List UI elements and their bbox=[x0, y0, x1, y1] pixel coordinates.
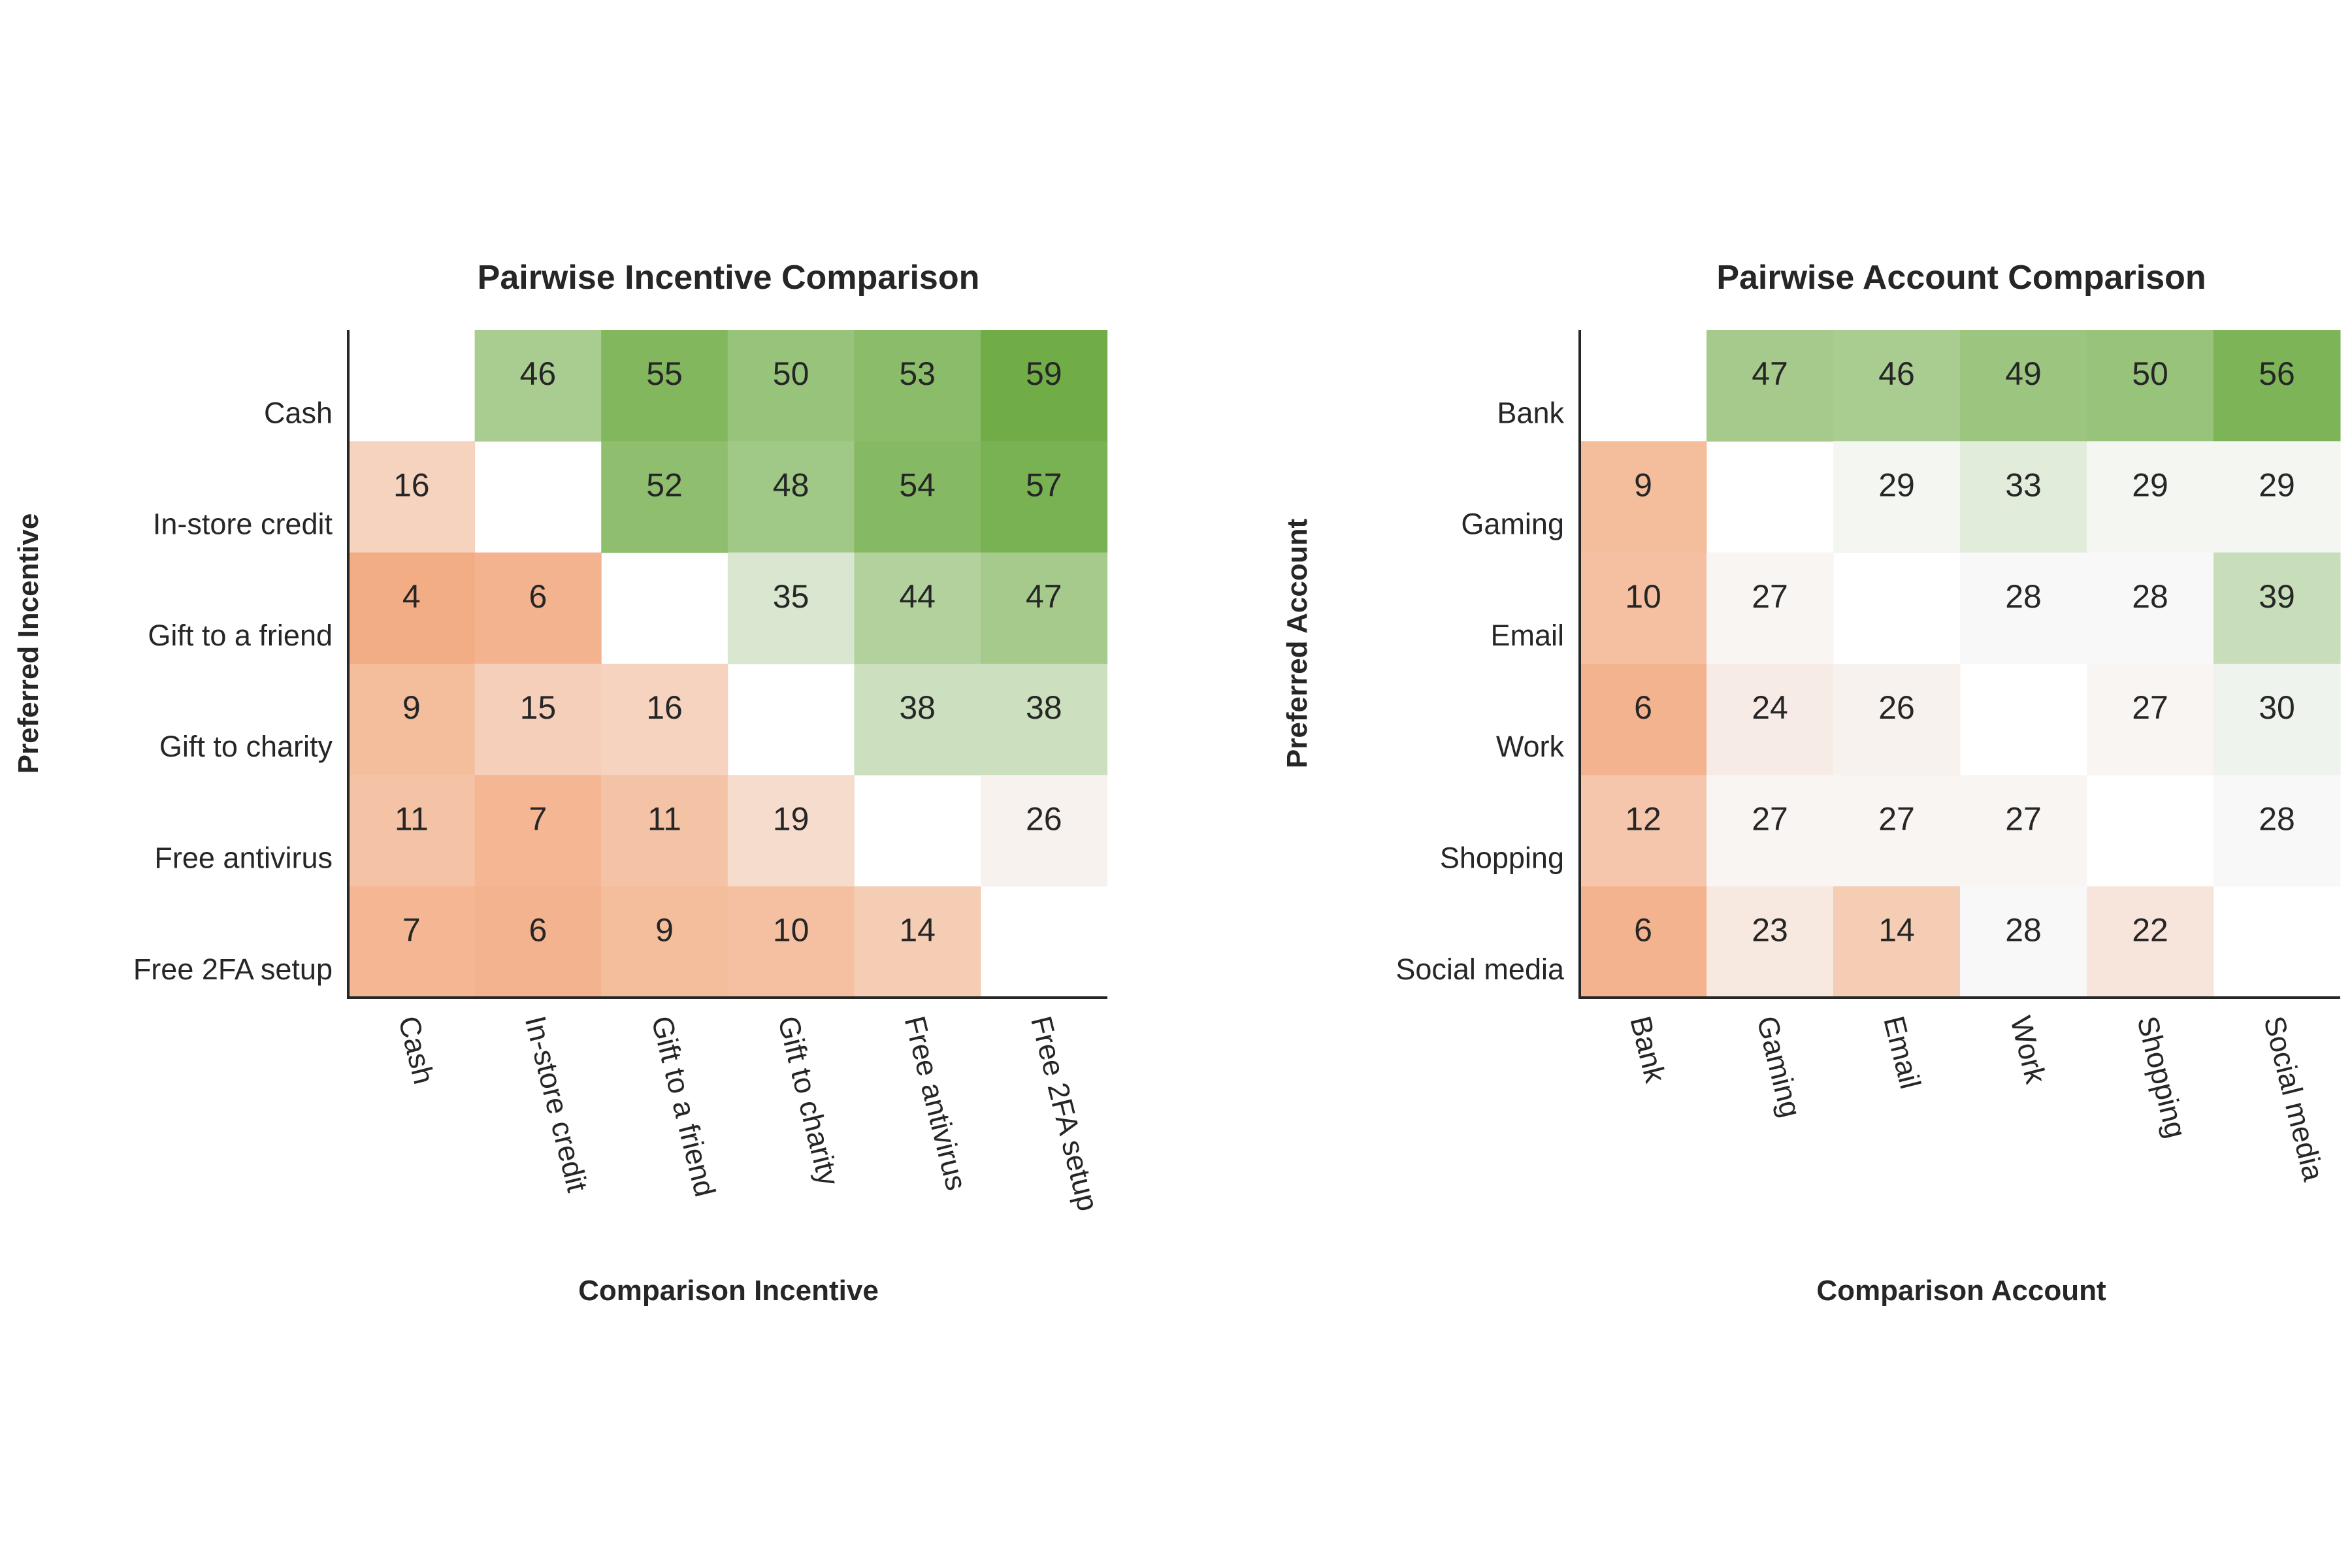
cell-value-label: 28 bbox=[2132, 578, 2168, 615]
account-heatmap: Pairwise Account Comparison Comparison A… bbox=[1281, 259, 2341, 1307]
y-tick-label: Cash bbox=[264, 396, 333, 429]
cell-value-label: 23 bbox=[1752, 912, 1788, 949]
cell-value-label: 33 bbox=[2005, 466, 2042, 503]
x-tick-label: In-store credit bbox=[519, 1013, 595, 1196]
y-tick-label: Gift to charity bbox=[159, 730, 333, 763]
chart-canvas: Pairwise Incentive Comparison Comparison… bbox=[12, 259, 2341, 1307]
cell-value-label: 28 bbox=[2259, 800, 2295, 837]
cell-value-label: 12 bbox=[1625, 800, 1661, 837]
heatmap-cells: 47 46 49 50 56 9 29 33 29 29 10 27 28 28 39 6 24 26 27 30 12… bbox=[1580, 330, 2341, 998]
cell-value-label: 9 bbox=[402, 689, 421, 726]
x-tick-label: Gaming bbox=[1750, 1013, 1808, 1120]
cell-value-label: 27 bbox=[2005, 800, 2042, 837]
cell-value-label: 29 bbox=[2132, 466, 2168, 503]
y-tick-label: Gaming bbox=[1461, 508, 1564, 541]
cell-value-label: 10 bbox=[1625, 578, 1661, 615]
cell-value-label: 9 bbox=[655, 912, 674, 949]
y-tick-label: In-store credit bbox=[153, 508, 333, 541]
y-tick-label: Email bbox=[1490, 619, 1564, 652]
x-tick-label: Social media bbox=[2257, 1013, 2330, 1184]
cell-value-label: 56 bbox=[2259, 355, 2295, 392]
cell-value-label: 46 bbox=[1878, 355, 1915, 392]
cell-value-label: 47 bbox=[1752, 355, 1788, 392]
x-tick-label: Free 2FA setup bbox=[1024, 1013, 1105, 1214]
cell-value-label: 52 bbox=[646, 466, 683, 503]
x-tick-label: Work bbox=[2004, 1013, 2053, 1087]
cell-value-label: 30 bbox=[2259, 689, 2295, 726]
cell-value-label: 47 bbox=[1026, 578, 1062, 615]
cell-value-label: 54 bbox=[899, 466, 936, 503]
cell-value-label: 38 bbox=[1026, 689, 1062, 726]
cell-value-label: 28 bbox=[2005, 912, 2042, 949]
y-tick-label: Bank bbox=[1497, 396, 1564, 429]
cell-value-label: 27 bbox=[2132, 689, 2168, 726]
cell-value-label: 57 bbox=[1026, 466, 1062, 503]
x-tick-label: Gift to charity bbox=[772, 1013, 846, 1189]
x-tick-labels: Bank Gaming Email Work Shopping Social media bbox=[1624, 1013, 2330, 1184]
cell-value-label: 11 bbox=[395, 800, 429, 837]
cell-value-label: 7 bbox=[529, 800, 547, 837]
cell-value-label: 15 bbox=[520, 689, 557, 726]
x-tick-label: Cash bbox=[392, 1013, 441, 1087]
y-tick-label: Free antivirus bbox=[154, 841, 333, 875]
cell-value-label: 7 bbox=[402, 912, 421, 949]
y-tick-label: Social media bbox=[1396, 953, 1565, 986]
x-tick-label: Gift to a friend bbox=[645, 1013, 722, 1200]
x-tick-label: Free antivirus bbox=[898, 1013, 973, 1194]
cell-value-label: 59 bbox=[1026, 355, 1062, 392]
cell-value-label: 27 bbox=[1878, 800, 1915, 837]
cell-value-label: 16 bbox=[393, 466, 430, 503]
cell-value-label: 27 bbox=[1752, 578, 1788, 615]
cell-value-label: 11 bbox=[647, 800, 681, 837]
cell-value-label: 16 bbox=[646, 689, 683, 726]
cell-value-label: 9 bbox=[1634, 466, 1652, 503]
cell-value-label: 6 bbox=[529, 578, 547, 615]
cell-value-label: 44 bbox=[899, 578, 936, 615]
cell-value-label: 55 bbox=[646, 355, 683, 392]
y-tick-labels: Bank Gaming Email Work Shopping Social media bbox=[1396, 396, 1565, 986]
cell-value-label: 50 bbox=[773, 355, 809, 392]
y-axis-title: Preferred Incentive bbox=[12, 514, 44, 774]
cell-value-label: 39 bbox=[2259, 578, 2295, 615]
x-tick-label: Bank bbox=[1624, 1013, 1672, 1086]
cell-value-label: 6 bbox=[1634, 689, 1652, 726]
cell-value-label: 35 bbox=[773, 578, 809, 615]
y-tick-label: Free 2FA setup bbox=[133, 953, 333, 986]
incentive-heatmap: Pairwise Incentive Comparison Comparison… bbox=[12, 259, 1108, 1307]
x-axis-title: Comparison Incentive bbox=[578, 1275, 879, 1307]
chart-title: Pairwise Account Comparison bbox=[1716, 259, 2206, 297]
cell-value-label: 48 bbox=[773, 466, 809, 503]
cell-value-label: 28 bbox=[2005, 578, 2042, 615]
cell-value-label: 22 bbox=[2132, 912, 2168, 949]
cell-value-label: 49 bbox=[2005, 355, 2042, 392]
x-axis-title: Comparison Account bbox=[1816, 1275, 2106, 1307]
cell-value-label: 24 bbox=[1752, 689, 1788, 726]
heatmap-cells: 46 55 50 53 5916 52 48 54 574 6 35 44 479 15 16 38 3811 7… bbox=[348, 330, 1108, 998]
x-tick-labels: Cash In-store credit Gift to a friend Gift … bbox=[392, 1013, 1105, 1214]
cell-value-label: 50 bbox=[2132, 355, 2168, 392]
cell-value-label: 10 bbox=[773, 912, 809, 949]
y-axis-title: Preferred Account bbox=[1281, 519, 1313, 769]
cell-value-label: 26 bbox=[1026, 800, 1062, 837]
cell-value-label: 19 bbox=[773, 800, 809, 837]
y-tick-label: Shopping bbox=[1440, 841, 1564, 875]
chart-title: Pairwise Incentive Comparison bbox=[478, 259, 980, 297]
cell-value-label: 6 bbox=[529, 912, 547, 949]
cell-value-label: 53 bbox=[899, 355, 936, 392]
cell-value-label: 4 bbox=[402, 578, 421, 615]
cell-value-label: 46 bbox=[520, 355, 557, 392]
cell-value-label: 38 bbox=[899, 689, 936, 726]
cell-value-label: 29 bbox=[2259, 466, 2295, 503]
cell-value-label: 14 bbox=[899, 912, 936, 949]
cell-value-label: 14 bbox=[1878, 912, 1915, 949]
x-tick-label: Shopping bbox=[2131, 1013, 2193, 1141]
cell-value-label: 26 bbox=[1878, 689, 1915, 726]
cell-value-label: 6 bbox=[1634, 912, 1652, 949]
cell-value-label: 27 bbox=[1752, 800, 1788, 837]
y-tick-label: Gift to a friend bbox=[148, 619, 333, 652]
x-tick-label: Email bbox=[1877, 1013, 1927, 1092]
cell-value-label: 29 bbox=[1878, 466, 1915, 503]
y-tick-labels: Cash In-store credit Gift to a friend Gift … bbox=[133, 396, 333, 986]
y-tick-label: Work bbox=[1496, 730, 1565, 763]
